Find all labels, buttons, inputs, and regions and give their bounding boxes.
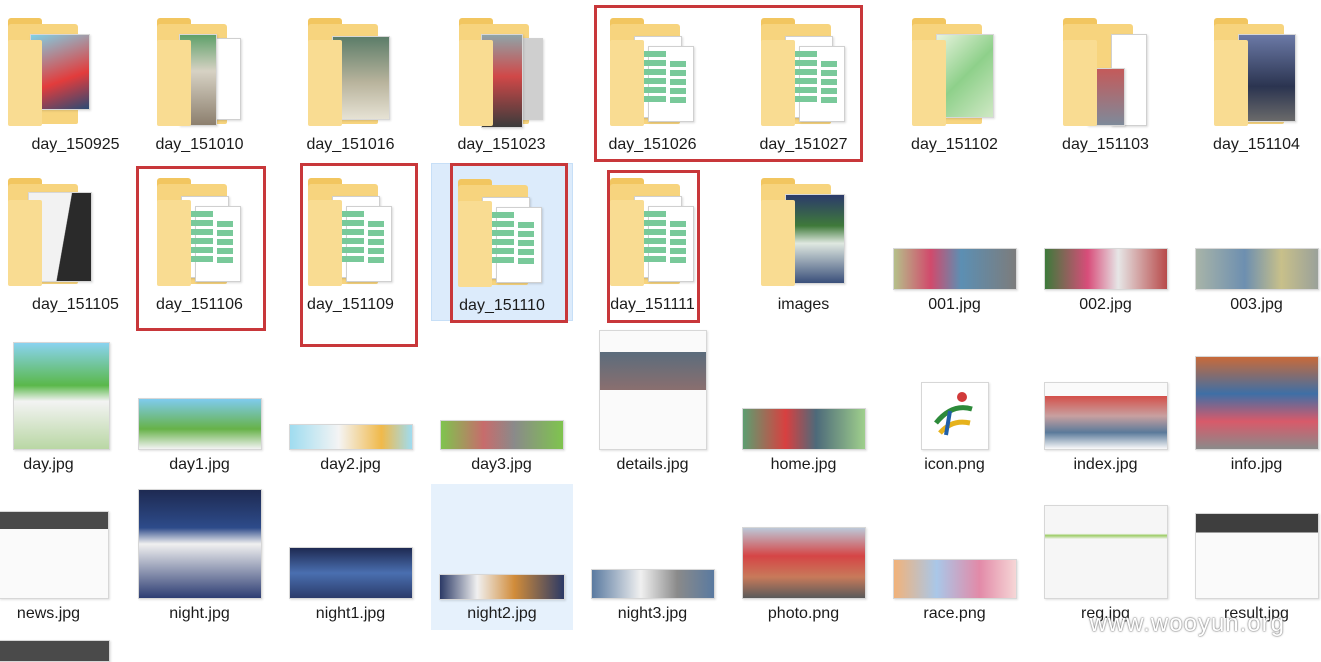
image-item[interactable]: night.jpg xyxy=(124,477,275,627)
folder-icon xyxy=(1214,18,1300,126)
image-item[interactable]: index.jpg xyxy=(1030,328,1181,478)
item-label: info.jpg xyxy=(1230,456,1283,473)
folder-item[interactable]: images xyxy=(728,168,879,318)
image-thumbnail xyxy=(742,408,866,450)
image-thumbnail xyxy=(1044,382,1168,450)
folder-item[interactable]: day_151102 xyxy=(879,8,1030,158)
image-item[interactable]: result.jpg xyxy=(1181,477,1321,627)
image-item[interactable]: night1.jpg xyxy=(275,477,426,627)
image-item[interactable]: day.jpg xyxy=(0,328,124,478)
item-label: day3.jpg xyxy=(471,456,532,473)
folder-icon xyxy=(157,18,243,126)
image-thumbnail xyxy=(742,527,866,599)
item-label: icon.png xyxy=(924,456,985,473)
image-item-selected[interactable]: night2.jpg xyxy=(431,484,573,630)
item-label: race.png xyxy=(923,605,986,622)
image-thumbnail xyxy=(0,511,109,599)
image-item[interactable]: 001.jpg xyxy=(879,168,1030,318)
item-label: day_151103 xyxy=(1062,136,1149,153)
highlight-box xyxy=(300,163,418,347)
highlight-box xyxy=(594,5,863,162)
folder-icon xyxy=(761,178,847,286)
folder-icon xyxy=(1063,18,1149,126)
image-item[interactable]: details.jpg xyxy=(577,328,728,478)
item-label: night2.jpg xyxy=(467,605,537,622)
image-item[interactable]: news.jpg xyxy=(0,477,124,627)
item-label: index.jpg xyxy=(1073,456,1138,473)
item-label: day_151102 xyxy=(911,136,998,153)
highlight-box xyxy=(136,166,266,331)
image-item[interactable]: race.png xyxy=(879,477,1030,627)
item-label: day_151010 xyxy=(155,136,244,153)
folder-item[interactable]: day_151104 xyxy=(1181,8,1321,158)
folder-icon xyxy=(912,18,998,126)
item-label: day.jpg xyxy=(23,456,74,473)
watermark-text: www.wooyun.org xyxy=(1089,610,1285,637)
item-label: day1.jpg xyxy=(169,456,230,473)
image-thumbnail xyxy=(1044,248,1168,290)
image-item[interactable]: photo.png xyxy=(728,477,879,627)
item-label: night.jpg xyxy=(169,605,230,622)
folder-item[interactable]: day_151103 xyxy=(1030,8,1181,158)
folder-item[interactable]: day_151010 xyxy=(124,8,275,158)
item-label: news.jpg xyxy=(16,605,81,622)
image-thumbnail xyxy=(13,342,110,450)
image-thumbnail xyxy=(138,398,262,450)
image-thumbnail xyxy=(921,382,989,450)
highlight-box xyxy=(450,163,568,323)
image-item[interactable]: night3.jpg xyxy=(577,477,728,627)
image-thumbnail xyxy=(439,574,565,600)
image-item[interactable]: icon.png xyxy=(879,328,1030,478)
item-label: day_151023 xyxy=(457,136,546,153)
folder-icon xyxy=(308,18,394,126)
image-thumbnail xyxy=(289,424,413,450)
image-item[interactable]: reg.jpg xyxy=(1030,477,1181,627)
image-item[interactable]: 002.jpg xyxy=(1030,168,1181,318)
image-thumbnail xyxy=(893,248,1017,290)
image-item[interactable]: home.jpg xyxy=(728,328,879,478)
item-label: 001.jpg xyxy=(928,296,981,313)
image-thumbnail xyxy=(138,489,262,599)
image-thumbnail xyxy=(1195,248,1319,290)
item-label: night1.jpg xyxy=(315,605,386,622)
item-label: day_151104 xyxy=(1213,136,1300,153)
item-label: home.jpg xyxy=(770,456,837,473)
item-label: images xyxy=(777,296,830,313)
folder-icon xyxy=(8,18,94,126)
image-item[interactable]: info.jpg xyxy=(1181,328,1321,478)
item-label: 002.jpg xyxy=(1079,296,1132,313)
item-label: night3.jpg xyxy=(617,605,688,622)
item-label: 003.jpg xyxy=(1230,296,1283,313)
image-thumbnail xyxy=(591,569,715,599)
folder-item[interactable]: day_151023 xyxy=(426,8,577,158)
image-item[interactable]: 003.jpg xyxy=(1181,168,1321,318)
image-thumbnail xyxy=(1195,356,1319,450)
image-item[interactable]: day1.jpg xyxy=(124,328,275,478)
image-item[interactable]: day2.jpg xyxy=(275,328,426,478)
item-label: day2.jpg xyxy=(320,456,381,473)
image-thumbnail xyxy=(599,330,707,450)
item-label: photo.png xyxy=(767,605,840,622)
image-thumbnail xyxy=(893,559,1017,599)
image-thumbnail xyxy=(289,547,413,599)
folder-icon xyxy=(459,18,545,128)
item-label: details.jpg xyxy=(616,456,689,473)
image-thumbnail xyxy=(1044,505,1168,599)
folder-item[interactable]: day_151016 xyxy=(275,8,426,158)
image-thumbnail xyxy=(440,420,564,450)
image-item[interactable]: day3.jpg xyxy=(426,328,577,478)
item-label: day_151016 xyxy=(306,136,395,153)
folder-icon xyxy=(8,178,94,286)
highlight-box xyxy=(607,170,700,323)
file-grid: day_150925 day_151010 day_151016 day_151… xyxy=(0,0,1321,662)
partial-thumbnail xyxy=(0,640,110,662)
image-thumbnail xyxy=(1195,513,1319,599)
